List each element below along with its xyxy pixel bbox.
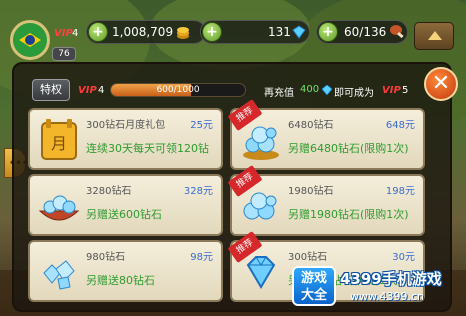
next-vip-level: 5 [402, 85, 409, 96]
next-vip-label: VIP [382, 85, 401, 96]
package-title: 3280钻石 [86, 186, 132, 197]
stamina-value: 60/136 [344, 25, 387, 39]
package-desc: 连续30天每天可领120钻 [86, 142, 209, 155]
package-title: 6480钻石 [288, 120, 334, 131]
add-gold-button[interactable]: + [88, 22, 108, 42]
package-price: 25元 [190, 120, 213, 131]
watermark-title: 4399手机游戏 [340, 270, 442, 288]
package-desc: 另赠送80钻石 [86, 274, 155, 287]
package-card-6480[interactable]: 推荐 6480钻石 648元 另赠6480钻石(限购1次) [227, 99, 425, 170]
up-arrow-icon [428, 31, 442, 40]
package-title: 300钻石月度礼包 [86, 120, 166, 131]
package-title: 1980钻石 [288, 186, 334, 197]
privilege-button[interactable]: 特权 [32, 79, 70, 101]
package-price: 30元 [392, 252, 415, 263]
gem-pile-icon [243, 192, 277, 220]
svg-text:月: 月 [51, 134, 67, 153]
current-vip-label: VIP [78, 85, 97, 96]
gold-value: 1,008,709 [112, 25, 174, 39]
collapse-menu-button[interactable] [414, 22, 454, 50]
player-avatar[interactable] [10, 20, 50, 60]
flag-globe [25, 35, 35, 45]
watermark-logo: 游戏 大全 [292, 266, 336, 306]
package-card-monthly[interactable]: 月 300钻石月度礼包 25元 连续30天每天可领120钻 [28, 108, 223, 170]
package-card-3280[interactable]: 3280钻石 328元 另赠送600钻石 [28, 174, 223, 236]
gem-bowl-icon [38, 195, 80, 221]
package-desc: 另赠1980钻石(限购1次) [288, 208, 409, 221]
package-price: 98元 [190, 252, 213, 263]
package-card-980[interactable]: 980钻石 98元 另赠送80钻石 [28, 240, 223, 302]
current-vip-level: 4 [98, 85, 105, 96]
hud-vip-label: VIP [54, 28, 73, 39]
monthly-card-icon: 月 [41, 119, 77, 160]
recharge-amount: 400 [300, 84, 320, 95]
panel-header: 特权 VIP 4 600/1000 再充值 400 即可成为 VIP 5 ✕ [14, 64, 458, 104]
package-desc: 另赠送600钻石 [86, 208, 162, 221]
package-title: 300钻石 [288, 252, 328, 263]
package-price: 198元 [385, 186, 415, 197]
recharge-gem-icon [322, 85, 332, 95]
close-button[interactable]: ✕ [424, 67, 458, 101]
gem-value: 131 [268, 25, 291, 39]
watermark-logo-line2: 大全 [300, 288, 327, 303]
gold-coin-icon [177, 27, 189, 39]
stamina-meat-icon [390, 25, 404, 39]
vip-progress-bar: 600/1000 [110, 83, 246, 97]
hud-vip-level: 4 [72, 28, 79, 39]
vip-progress-text: 600/1000 [156, 85, 200, 95]
add-gem-button[interactable]: + [202, 22, 222, 42]
package-price: 648元 [385, 120, 415, 131]
recharge-prefix: 再充值 [264, 88, 294, 99]
watermark-logo-line1: 游戏 [300, 271, 327, 286]
watermark-url: www.4399.cn [350, 290, 424, 303]
gem-cluster-icon [43, 260, 75, 290]
package-desc: 另赠6480钻石(限购1次) [288, 142, 409, 155]
player-level-badge: 76 [52, 47, 76, 61]
gem-icon [292, 25, 306, 39]
gem-pile-icon [243, 126, 279, 160]
gem-single-icon [246, 256, 276, 289]
package-title: 980钻石 [86, 252, 126, 263]
recharge-suffix: 即可成为 [334, 88, 374, 99]
package-price: 328元 [183, 186, 213, 197]
top-hud: VIP 4 76 + 1,008,709 + 131 + 60/136 [0, 0, 466, 66]
package-card-1980[interactable]: 推荐 1980钻石 198元 另赠1980钻石(限购1次) [227, 165, 425, 236]
add-stamina-button[interactable]: + [318, 22, 338, 42]
